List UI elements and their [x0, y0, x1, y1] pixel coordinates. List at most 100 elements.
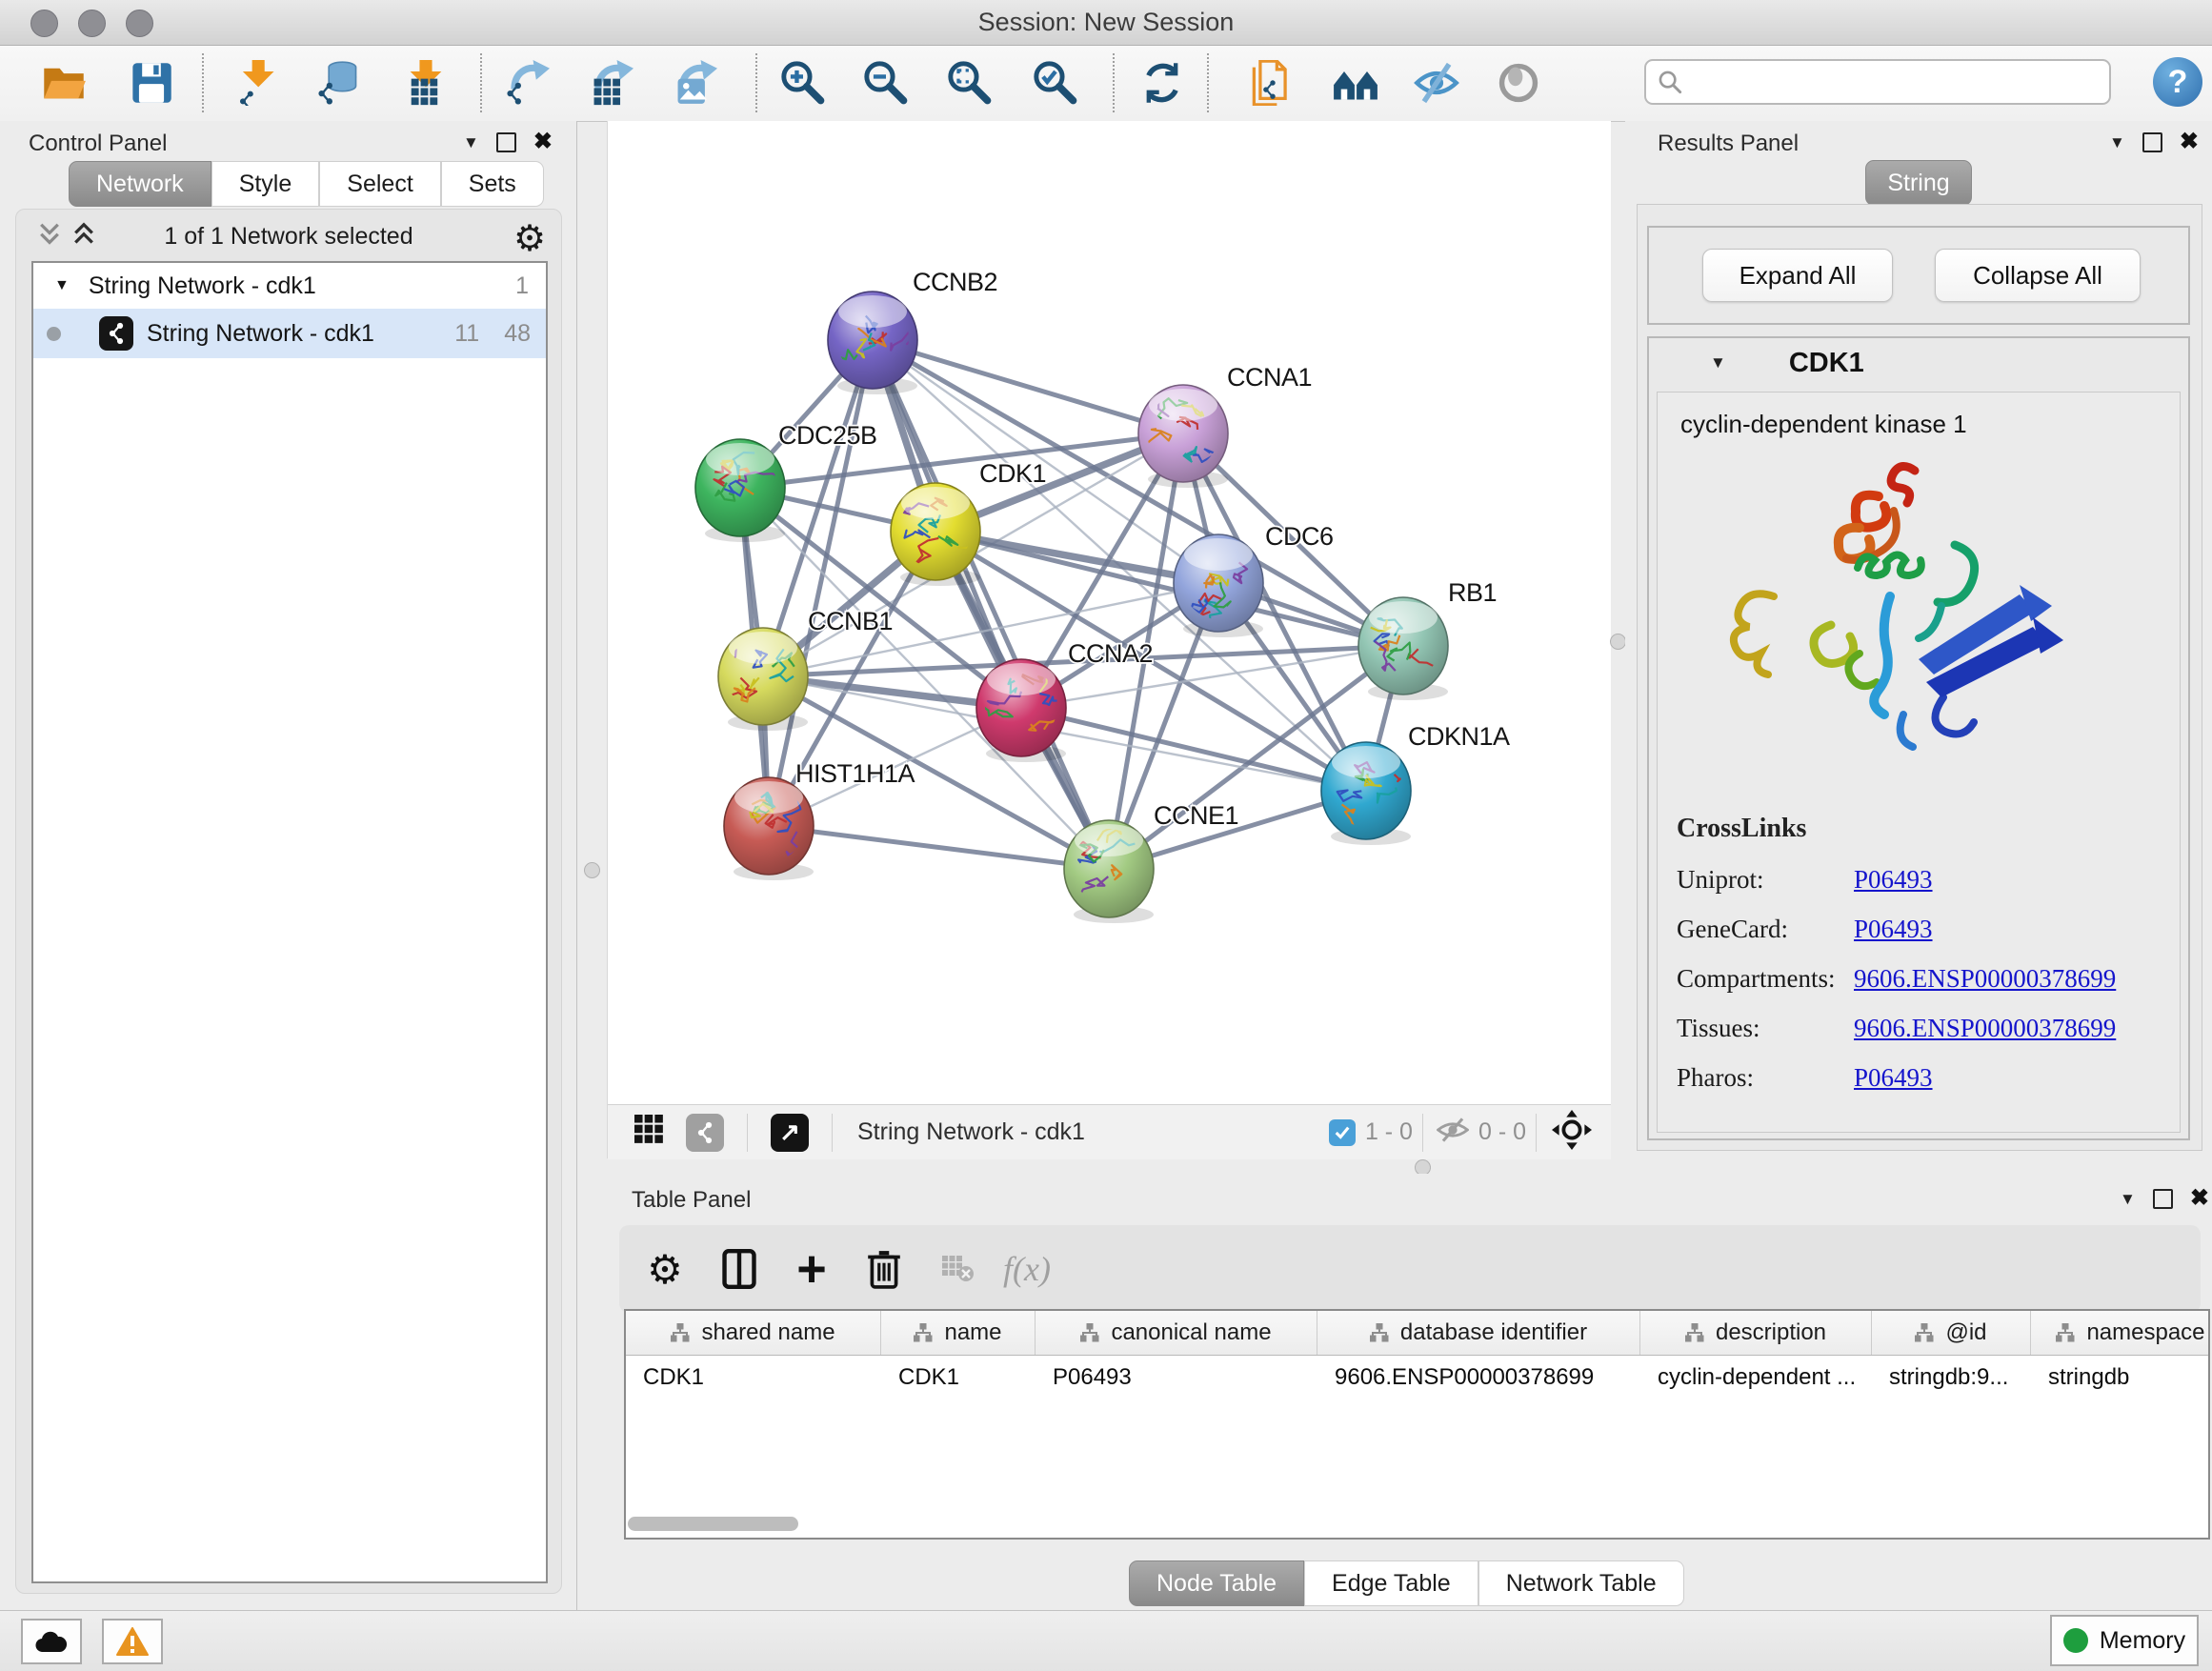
network-edge[interactable] [769, 826, 1109, 869]
network-node-CCNE1[interactable] [1064, 820, 1154, 923]
string-home-icon[interactable] [1328, 55, 1383, 111]
section-expander-icon[interactable]: ▼ [1710, 353, 1726, 372]
panel-float-icon[interactable] [2142, 132, 2162, 152]
table-horizontal-scrollbar[interactable] [628, 1517, 798, 1531]
grid-view-icon[interactable] [634, 1115, 665, 1150]
crosslink-value-link[interactable]: 9606.ENSP00000378699 [1854, 964, 2116, 994]
network-node-CCNB2[interactable] [828, 292, 917, 394]
network-node-CDK1[interactable] [891, 483, 987, 586]
column-header--id[interactable]: @id [1872, 1311, 2031, 1355]
network-collection-row[interactable]: ▼ String Network - cdk1 1 [33, 263, 546, 309]
apply-layout-icon[interactable] [1135, 55, 1190, 111]
table-cell[interactable]: stringdb [2031, 1356, 2210, 1399]
panel-float-icon[interactable] [2153, 1189, 2173, 1209]
table-cell[interactable]: CDK1 [626, 1356, 881, 1399]
right-splitter-handle[interactable] [1610, 634, 1626, 650]
gene-section-header[interactable]: ▼ CDK1 [1649, 338, 2188, 388]
panel-close-icon[interactable]: ✖ [2180, 131, 2199, 153]
table-cell[interactable]: P06493 [1036, 1356, 1317, 1399]
crosslink-value-link[interactable]: 9606.ENSP00000378699 [1854, 1014, 2116, 1043]
tab-node-table[interactable]: Node Table [1129, 1560, 1304, 1606]
help-button[interactable]: ? [2153, 57, 2202, 107]
network-node-CCNA1[interactable] [1138, 385, 1228, 488]
network-node-CDC25B[interactable] [695, 439, 785, 542]
tab-sets[interactable]: Sets [441, 161, 544, 207]
import-network-icon[interactable] [229, 55, 284, 111]
zoom-fit-icon[interactable] [942, 55, 997, 111]
network-node-CDC6[interactable] [1174, 534, 1263, 637]
table-cell[interactable]: cyclin-dependent ... [1640, 1356, 1872, 1399]
zoom-out-icon[interactable] [858, 55, 914, 111]
table-options-gear-icon[interactable]: ⚙ [636, 1225, 694, 1313]
panel-menu-icon[interactable]: ▼ [2120, 1191, 2136, 1207]
table-cell[interactable]: stringdb:9... [1872, 1356, 2031, 1399]
tab-string[interactable]: String [1865, 160, 1972, 206]
warning-status-button[interactable] [102, 1619, 163, 1664]
network-view-toggle-icon[interactable] [686, 1114, 724, 1152]
panel-menu-icon[interactable]: ▼ [2109, 134, 2125, 151]
crosslink-row: Uniprot:P06493 [1677, 865, 2162, 895]
network-node-RB1[interactable] [1358, 597, 1448, 700]
tab-edge-table[interactable]: Edge Table [1304, 1560, 1478, 1606]
network-list-panel: 1 of 1 Network selected ⚙ ▼ String Netwo… [15, 209, 562, 1594]
table-cell[interactable]: CDK1 [881, 1356, 1036, 1399]
network-node-CDKN1A[interactable] [1321, 742, 1421, 845]
import-network-from-database-icon[interactable] [311, 55, 366, 111]
tab-style[interactable]: Style [211, 161, 320, 207]
column-header-name[interactable]: name [881, 1311, 1036, 1355]
show-columns-icon[interactable] [711, 1225, 768, 1313]
expand-all-button[interactable]: Expand All [1702, 249, 1893, 302]
tree-expander-icon[interactable]: ▼ [54, 277, 70, 294]
tab-network-table[interactable]: Network Table [1478, 1560, 1684, 1606]
column-header-shared-name[interactable]: shared name [626, 1311, 881, 1355]
table-cell[interactable]: 9606.ENSP00000378699 [1317, 1356, 1640, 1399]
network-edge[interactable] [873, 340, 1183, 433]
birdseye-navigator-icon[interactable] [1552, 1110, 1592, 1155]
network-row-selected[interactable]: String Network - cdk1 11 48 [33, 309, 546, 358]
zoom-selected-icon[interactable] [1028, 55, 1083, 111]
selected-checkbox-icon[interactable] [1329, 1119, 1356, 1146]
memory-button[interactable]: Memory [2050, 1615, 2199, 1666]
column-header-namespace[interactable]: namespace [2031, 1311, 2210, 1355]
tab-select[interactable]: Select [319, 161, 440, 207]
crosslink-value-link[interactable]: P06493 [1854, 915, 1933, 944]
crosslink-value-link[interactable]: P06493 [1854, 1063, 1933, 1093]
string-document-icon[interactable] [1245, 55, 1300, 111]
table-data-row[interactable]: CDK1CDK1P064939606.ENSP00000378699cyclin… [626, 1356, 2208, 1399]
export-network-icon[interactable] [499, 55, 554, 111]
column-header-canonical-name[interactable]: canonical name [1036, 1311, 1317, 1355]
panel-close-icon[interactable]: ✖ [533, 131, 553, 153]
open-session-button[interactable] [36, 55, 91, 111]
import-table-icon[interactable] [398, 55, 453, 111]
node-label-CDK1: CDK1 [979, 459, 1046, 488]
cloud-status-button[interactable] [21, 1619, 82, 1664]
column-header-database-identifier[interactable]: database identifier [1317, 1311, 1640, 1355]
network-canvas[interactable]: CCNB2CCNA1CDC25BCDK1CDC6RB1CCNB1CCNA2CDK… [608, 121, 1611, 1104]
panel-float-icon[interactable] [496, 132, 516, 152]
titlebar: Session: New Session [0, 0, 2212, 46]
export-image-icon[interactable] [667, 55, 722, 111]
left-splitter-handle[interactable] [584, 862, 600, 878]
panel-close-icon[interactable]: ✖ [2190, 1187, 2209, 1210]
network-options-gear-icon[interactable]: ⚙ [513, 217, 546, 260]
show-panels-eye-icon[interactable] [1491, 55, 1546, 111]
delete-column-icon[interactable] [855, 1225, 913, 1313]
gene-description: cyclin-dependent kinase 1 [1680, 410, 2180, 439]
save-session-button[interactable] [124, 55, 179, 111]
network-node-count: 11 [454, 320, 479, 348]
search-input[interactable] [1682, 68, 2109, 96]
network-edge[interactable] [769, 340, 873, 826]
node-label-RB1: RB1 [1448, 578, 1497, 607]
crosslink-value-link[interactable]: P06493 [1854, 865, 1933, 895]
add-column-icon[interactable]: + [783, 1225, 840, 1319]
detach-view-icon[interactable]: ↗ [771, 1114, 809, 1152]
column-header-description[interactable]: description [1640, 1311, 1872, 1355]
collapse-all-button[interactable]: Collapse All [1935, 249, 2141, 302]
panel-menu-icon[interactable]: ▼ [463, 134, 479, 151]
tab-network[interactable]: Network [69, 161, 211, 207]
hide-panels-eye-icon[interactable] [1409, 55, 1464, 111]
zoom-in-icon[interactable] [775, 55, 831, 111]
export-table-icon[interactable] [583, 55, 638, 111]
network-node-HIST1H1A[interactable] [724, 777, 814, 880]
network-edge[interactable] [873, 340, 1109, 869]
